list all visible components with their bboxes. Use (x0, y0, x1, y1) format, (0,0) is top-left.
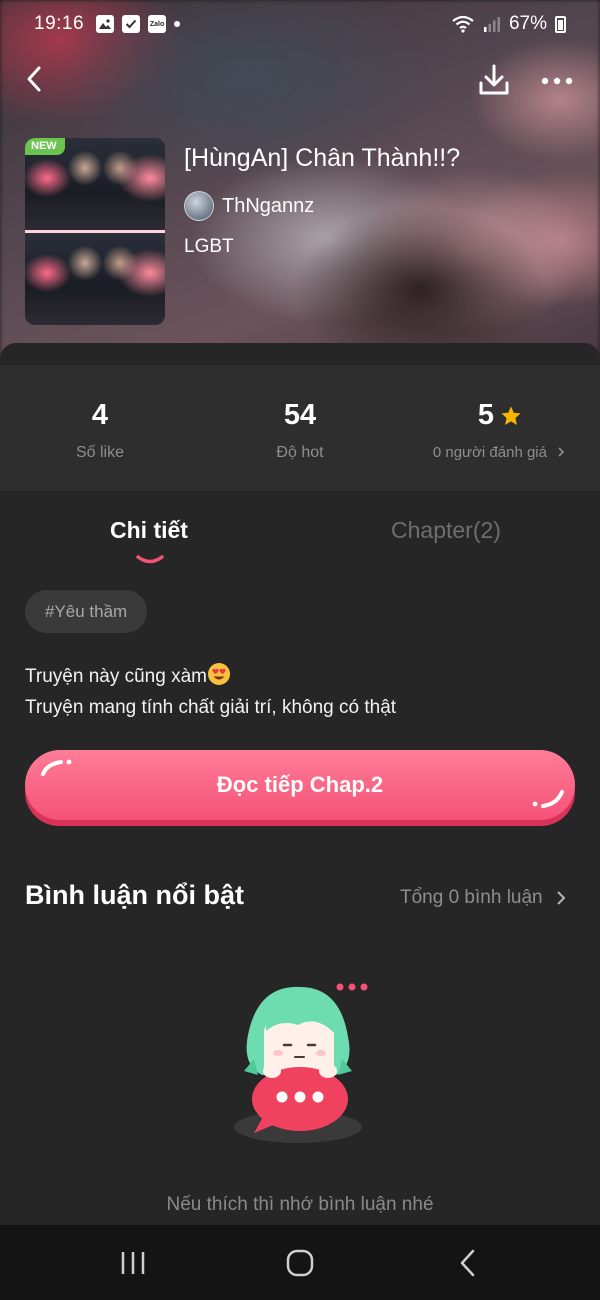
continue-reading-button[interactable]: Đọc tiếp Chap.2 (25, 750, 575, 826)
system-back-button[interactable] (428, 1225, 508, 1300)
description-line-1-text: Truyện này cũng xàm (25, 666, 207, 687)
empty-comments-mascot-icon (234, 983, 368, 1143)
comments-total: Tổng 0 bình luận (400, 887, 543, 908)
comments-title: Bình luận nổi bật (25, 880, 244, 910)
description-line-2: Truyện mang tính chất giải trí, không có… (25, 697, 397, 718)
comments-total-link[interactable]: Tổng 0 bình luận (400, 887, 567, 909)
tab-active-indicator (136, 555, 164, 564)
new-badge: NEW (25, 138, 65, 155)
book-genre: LGBT (184, 236, 234, 257)
home-icon (286, 1249, 314, 1276)
tab-chapter[interactable]: Chapter(2) (391, 517, 501, 544)
system-nav-bar (0, 1225, 600, 1300)
more-icon (541, 77, 573, 85)
book-cover[interactable]: NEW (25, 138, 165, 325)
back-arrow-icon (27, 66, 41, 92)
wifi-icon (452, 15, 474, 33)
rating-label: 0 người đánh giá (432, 444, 547, 461)
description-line-1: Truyện này cũng xàm (25, 661, 585, 692)
tag-chip[interactable]: #Yêu thầm (25, 590, 148, 633)
battery-icon (555, 15, 566, 33)
likes-value: 4 (91, 399, 109, 431)
stats-bar: 4 Số like 54 Độ hot 5 0 người đánh giá (0, 365, 600, 491)
author-avatar[interactable] (184, 191, 214, 221)
notification-icons: Zalo (96, 15, 181, 33)
dot-icon (174, 21, 181, 27)
recents-button[interactable] (93, 1225, 173, 1300)
more-button[interactable] (536, 60, 580, 100)
rating-label-row[interactable]: 0 người đánh giá (400, 444, 600, 461)
star-icon (501, 405, 521, 425)
battery-percent: 67% (508, 13, 547, 34)
stat-likes: 4 Số like (0, 365, 200, 462)
continue-reading-label: Đọc tiếp Chap.2 (216, 772, 384, 797)
rating-value-row: 5 (400, 399, 600, 432)
check-icon (122, 15, 141, 33)
heart-eyes-emoji-icon (208, 663, 230, 685)
book-title: [HùngAn] Chân Thành!!? (184, 144, 461, 172)
rating-value: 5 (477, 399, 495, 431)
recents-icon (121, 1251, 145, 1274)
author-name[interactable]: ThNgannz (222, 195, 314, 218)
status-bar: 19:16 Zalo 67% (0, 0, 600, 48)
download-button[interactable] (472, 60, 516, 100)
tab-bar: Chi tiết Chapter(2) (0, 505, 600, 565)
back-button[interactable] (20, 60, 60, 100)
home-button[interactable] (260, 1225, 340, 1300)
hot-label: Độ hot (276, 444, 324, 461)
story-description: Truyện này cũng xàm Truyện mang tính chấ… (25, 661, 585, 723)
chevron-right-icon (556, 891, 566, 905)
status-right: 67% (451, 13, 566, 35)
chevron-right-icon (558, 447, 565, 457)
button-face: Đọc tiếp Chap.2 (25, 750, 575, 820)
cover-image-bottom (25, 233, 165, 325)
author-row[interactable]: ThNgannz (184, 191, 314, 221)
tab-detail[interactable]: Chi tiết (110, 517, 188, 544)
shine-bottom-icon (532, 790, 564, 808)
likes-label: Số like (75, 444, 125, 461)
zalo-icon: Zalo (148, 15, 167, 33)
signal-icon (483, 17, 500, 32)
hot-value: 54 (283, 399, 317, 431)
shine-top-icon (41, 759, 72, 776)
image-icon (96, 15, 115, 33)
download-icon (479, 64, 509, 95)
stat-hot: 54 Độ hot (200, 365, 400, 462)
system-back-icon (460, 1249, 475, 1276)
status-time: 19:16 (34, 13, 85, 34)
stat-rating[interactable]: 5 0 người đánh giá (400, 365, 600, 461)
empty-comments-text: Nếu thích thì nhớ bình luận nhé (166, 1194, 434, 1215)
